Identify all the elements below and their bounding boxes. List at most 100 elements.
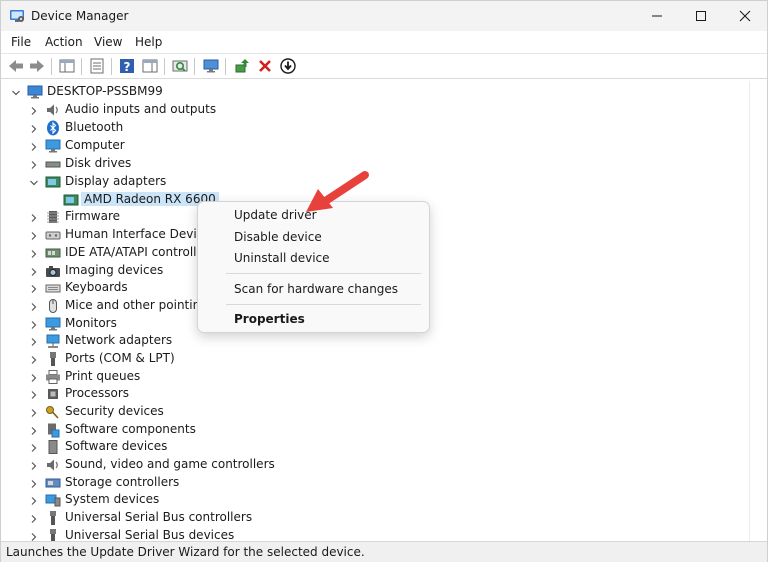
category-label: Ports (COM & LPT) [65, 351, 175, 365]
tree-category[interactable]: System devices [3, 491, 743, 509]
tree-category[interactable]: Processors [3, 385, 743, 403]
vertical-scrollbar[interactable] [749, 81, 766, 541]
toolbar-separator [81, 58, 82, 75]
chevron-right-icon[interactable] [29, 266, 39, 276]
tree-category[interactable]: Bluetooth [3, 119, 743, 137]
category-label: Firmware [65, 209, 120, 223]
action-pane-button[interactable] [141, 57, 159, 75]
close-button[interactable] [725, 1, 765, 31]
chevron-right-icon[interactable] [29, 319, 39, 329]
show-hide-tree-icon [90, 58, 104, 74]
ide-controller-icon [45, 245, 61, 261]
menu-file[interactable]: File [11, 35, 31, 49]
tree-category[interactable]: Network adapters [3, 332, 743, 350]
tree-category[interactable]: Ports (COM & LPT) [3, 350, 743, 368]
processor-icon [45, 386, 61, 402]
uninstall-device-icon [259, 60, 271, 72]
chevron-right-icon[interactable] [29, 283, 39, 293]
menu-item-disable-device[interactable]: Disable device [234, 230, 322, 244]
chevron-right-icon[interactable] [29, 159, 39, 169]
uninstall-device-button[interactable] [256, 57, 274, 75]
minimize-button[interactable] [637, 1, 677, 31]
chevron-right-icon[interactable] [29, 495, 39, 505]
category-label: System devices [65, 492, 160, 506]
back-icon [9, 60, 23, 72]
minimize-icon [652, 15, 662, 17]
close-icon [739, 10, 751, 22]
chevron-right-icon[interactable] [29, 354, 39, 364]
speaker-icon [45, 102, 61, 118]
maximize-button[interactable] [681, 1, 721, 31]
chevron-right-icon[interactable] [29, 212, 39, 222]
properties-pane-button[interactable] [58, 57, 76, 75]
chevron-right-icon[interactable] [29, 478, 39, 488]
mouse-icon [45, 298, 61, 314]
tree-category[interactable]: Universal Serial Bus controllers [3, 509, 743, 527]
menu-item-scan-hardware[interactable]: Scan for hardware changes [234, 282, 398, 296]
category-label: Security devices [65, 404, 164, 418]
disable-device-icon [280, 58, 296, 74]
chevron-right-icon[interactable] [29, 123, 39, 133]
menu-view[interactable]: View [94, 35, 122, 49]
menu-separator [226, 304, 421, 305]
chevron-right-icon[interactable] [29, 389, 39, 399]
tree-root[interactable]: DESKTOP-PSSBM99 [3, 83, 743, 101]
category-label: Software devices [65, 439, 168, 453]
tree-category[interactable]: Universal Serial Bus devices [3, 527, 743, 541]
chevron-right-icon[interactable] [29, 425, 39, 435]
category-label: Audio inputs and outputs [65, 102, 217, 116]
menu-action[interactable]: Action [45, 35, 83, 49]
toolbar-separator [225, 58, 226, 75]
scan-hardware-button[interactable] [171, 57, 189, 75]
menu-help[interactable]: Help [135, 35, 162, 49]
disk-drive-icon [45, 156, 61, 172]
chevron-right-icon[interactable] [29, 407, 39, 417]
window-title: Device Manager [31, 9, 129, 23]
chevron-right-icon[interactable] [29, 141, 39, 151]
chevron-right-icon[interactable] [29, 301, 39, 311]
help-button[interactable]: ? [118, 57, 136, 75]
display-adapter-icon [63, 192, 79, 208]
chevron-down-icon[interactable] [29, 177, 39, 187]
sound-icon [45, 457, 61, 473]
chevron-right-icon[interactable] [29, 513, 39, 523]
port-icon [45, 351, 61, 367]
tree-category[interactable]: Audio inputs and outputs [3, 101, 743, 119]
disable-device-button[interactable] [279, 57, 297, 75]
chevron-right-icon[interactable] [29, 336, 39, 346]
chevron-right-icon[interactable] [29, 230, 39, 240]
update-driver-button[interactable] [233, 57, 251, 75]
update-driver-icon [235, 59, 249, 73]
computer-root-icon [27, 84, 43, 100]
menu-separator [226, 273, 421, 274]
show-hide-tree-button[interactable] [88, 57, 106, 75]
tree-category[interactable]: Security devices [3, 403, 743, 421]
category-label: Processors [65, 386, 130, 400]
chevron-down-icon[interactable] [11, 87, 21, 97]
security-key-icon [45, 404, 61, 420]
network-adapter-icon [45, 333, 61, 349]
menu-item-uninstall-device[interactable]: Uninstall device [234, 251, 330, 265]
tree-category[interactable]: Storage controllers [3, 474, 743, 492]
back-button[interactable] [7, 57, 25, 75]
tree-category[interactable]: Computer [3, 137, 743, 155]
monitor-icon [203, 59, 219, 73]
chevron-right-icon[interactable] [29, 531, 39, 541]
category-label: Human Interface Devices [65, 227, 217, 241]
chevron-right-icon[interactable] [29, 442, 39, 452]
tree-category[interactable]: Software components [3, 421, 743, 439]
toolbar: ? [1, 53, 767, 79]
toolbar-separator [111, 58, 112, 75]
forward-button[interactable] [28, 57, 46, 75]
chevron-right-icon[interactable] [29, 105, 39, 115]
chevron-right-icon[interactable] [29, 372, 39, 382]
menu-item-properties[interactable]: Properties [234, 312, 305, 326]
tree-category[interactable]: Software devices [3, 438, 743, 456]
chevron-right-icon[interactable] [29, 460, 39, 470]
category-label: Computer [65, 138, 125, 152]
monitor-button[interactable] [202, 57, 220, 75]
chevron-right-icon[interactable] [29, 248, 39, 258]
device-manager-app-icon [9, 8, 25, 24]
tree-category[interactable]: Print queues [3, 368, 743, 386]
tree-category[interactable]: Sound, video and game controllers [3, 456, 743, 474]
